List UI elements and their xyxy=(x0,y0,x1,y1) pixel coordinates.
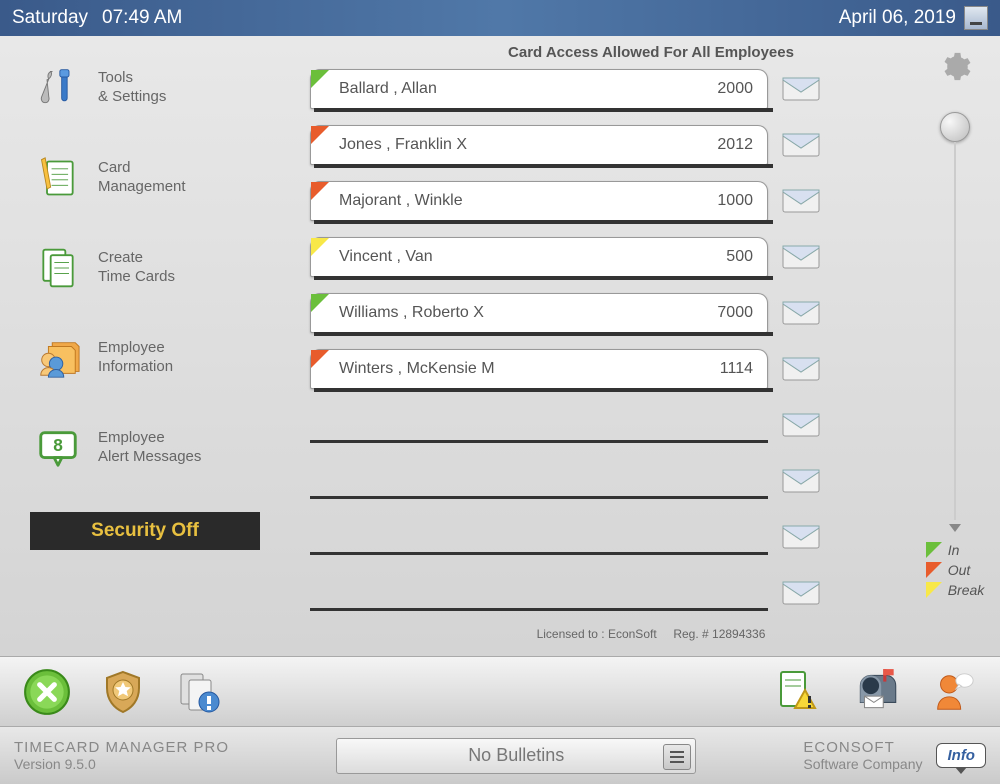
scrollbar[interactable] xyxy=(940,112,970,532)
mail-icon[interactable] xyxy=(782,77,820,101)
mail-icon[interactable] xyxy=(782,581,820,605)
legend-out-icon xyxy=(926,562,942,578)
content-title: Card Access Allowed For All Employees xyxy=(310,44,992,61)
sidebar-item-label: Employee Alert Messages xyxy=(98,429,201,467)
employee-name: Winters , McKensie M xyxy=(339,360,720,378)
bulletin-menu-button[interactable] xyxy=(663,744,691,770)
status-corner-icon xyxy=(311,238,329,256)
status-corner-icon xyxy=(311,294,329,312)
header-date: April 06, 2019 xyxy=(839,7,956,29)
content-panel: Card Access Allowed For All Employees Ba… xyxy=(310,36,1000,656)
employee-card[interactable]: Winters , McKensie M1114 xyxy=(310,349,768,389)
status-corner-icon xyxy=(311,182,329,200)
legend-break-icon xyxy=(926,582,942,598)
employee-card[interactable]: Jones , Franklin X2012 xyxy=(310,125,768,165)
employee-id: 500 xyxy=(726,248,753,266)
mail-icon[interactable] xyxy=(782,301,820,325)
employee-row[interactable]: Ballard , Allan2000 xyxy=(310,69,820,109)
employee-name: Majorant , Winkle xyxy=(339,192,717,210)
header-day: Saturday xyxy=(12,7,88,29)
svg-text:8: 8 xyxy=(53,435,63,455)
mail-icon[interactable] xyxy=(782,245,820,269)
settings-gear-icon[interactable] xyxy=(938,50,972,84)
security-status[interactable]: Security Off xyxy=(30,512,260,550)
scroll-down-icon[interactable] xyxy=(949,524,961,532)
employee-id: 7000 xyxy=(717,304,753,322)
card-management-icon xyxy=(30,152,86,204)
employee-name: Ballard , Allan xyxy=(339,80,717,98)
footer: TIMECARD MANAGER PRO Version 9.5.0 No Bu… xyxy=(0,726,1000,784)
status-corner-icon xyxy=(311,70,329,88)
employee-row[interactable]: Vincent , Van500 xyxy=(310,237,820,277)
user-button[interactable] xyxy=(926,665,980,719)
sidebar-item-label: Employee Information xyxy=(98,339,173,377)
employee-id: 2000 xyxy=(717,80,753,98)
sidebar-item-create-time-cards[interactable]: Create Time Cards xyxy=(30,242,294,294)
sidebar-item-label: Card Management xyxy=(98,159,186,197)
sidebar-item-tools[interactable]: Tools & Settings xyxy=(30,62,294,114)
employee-row[interactable]: Williams , Roberto X7000 xyxy=(310,293,820,333)
time-cards-icon xyxy=(30,242,86,294)
employee-id: 1000 xyxy=(717,192,753,210)
alert-messages-icon: 8 xyxy=(30,422,86,474)
security-button[interactable] xyxy=(96,665,150,719)
employee-row[interactable] xyxy=(310,461,820,501)
employee-name: Williams , Roberto X xyxy=(339,304,717,322)
employee-list: Ballard , Allan2000 Jones , Franklin X201… xyxy=(310,69,820,613)
employee-card[interactable]: Williams , Roberto X7000 xyxy=(310,293,768,333)
product-info: TIMECARD MANAGER PRO Version 9.5.0 xyxy=(14,739,229,772)
employee-name: Vincent , Van xyxy=(339,248,726,266)
license-line: Licensed to : EconSoft Reg. # 12894336 xyxy=(310,627,992,641)
employee-row[interactable] xyxy=(310,573,820,613)
sidebar-item-label: Tools & Settings xyxy=(98,69,166,107)
mail-icon[interactable] xyxy=(782,133,820,157)
mail-icon[interactable] xyxy=(782,469,820,493)
empty-slot xyxy=(310,491,768,499)
header-time: 07:49 AM xyxy=(102,7,182,29)
bulletin-bar[interactable]: No Bulletins xyxy=(336,738,696,774)
info-button[interactable]: Info xyxy=(936,743,986,768)
empty-slot xyxy=(310,435,768,443)
empty-slot xyxy=(310,547,768,555)
status-corner-icon xyxy=(311,126,329,144)
reports-button[interactable] xyxy=(172,665,226,719)
empty-slot xyxy=(310,603,768,611)
employee-id: 2012 xyxy=(717,136,753,154)
employee-info-icon xyxy=(30,332,86,384)
employee-row[interactable]: Jones , Franklin X2012 xyxy=(310,125,820,165)
main-area: Tools & Settings Card Management Create … xyxy=(0,36,1000,656)
minimize-button[interactable] xyxy=(964,6,988,30)
header-bar: Saturday 07:49 AM April 06, 2019 xyxy=(0,0,1000,36)
mail-icon[interactable] xyxy=(782,189,820,213)
employee-name: Jones , Franklin X xyxy=(339,136,717,154)
sidebar-item-alert-messages[interactable]: 8 Employee Alert Messages xyxy=(30,422,294,474)
mail-icon[interactable] xyxy=(782,525,820,549)
employee-row[interactable]: Majorant , Winkle1000 xyxy=(310,181,820,221)
sidebar: Tools & Settings Card Management Create … xyxy=(0,36,310,656)
tools-icon xyxy=(30,62,86,114)
sidebar-item-label: Create Time Cards xyxy=(98,249,175,287)
employee-row[interactable]: Winters , McKensie M1114 xyxy=(310,349,820,389)
mail-icon[interactable] xyxy=(782,413,820,437)
employee-card[interactable]: Majorant , Winkle1000 xyxy=(310,181,768,221)
employee-id: 1114 xyxy=(720,360,753,378)
sidebar-item-employee-info[interactable]: Employee Information xyxy=(30,332,294,384)
mail-icon[interactable] xyxy=(782,357,820,381)
bottom-toolbar xyxy=(0,656,1000,726)
employee-row[interactable] xyxy=(310,405,820,445)
close-button[interactable] xyxy=(20,665,74,719)
company-info: ECONSOFT Software Company xyxy=(803,739,922,772)
status-corner-icon xyxy=(311,350,329,368)
status-legend: In Out Break xyxy=(926,542,985,602)
mailbox-button[interactable] xyxy=(850,665,904,719)
employee-card[interactable]: Ballard , Allan2000 xyxy=(310,69,768,109)
employee-row[interactable] xyxy=(310,517,820,557)
legend-in-icon xyxy=(926,542,942,558)
employee-card[interactable]: Vincent , Van500 xyxy=(310,237,768,277)
sidebar-item-card-management[interactable]: Card Management xyxy=(30,152,294,204)
right-column: In Out Break xyxy=(920,50,990,602)
alerts-button[interactable] xyxy=(774,665,828,719)
scroll-thumb[interactable] xyxy=(940,112,970,142)
